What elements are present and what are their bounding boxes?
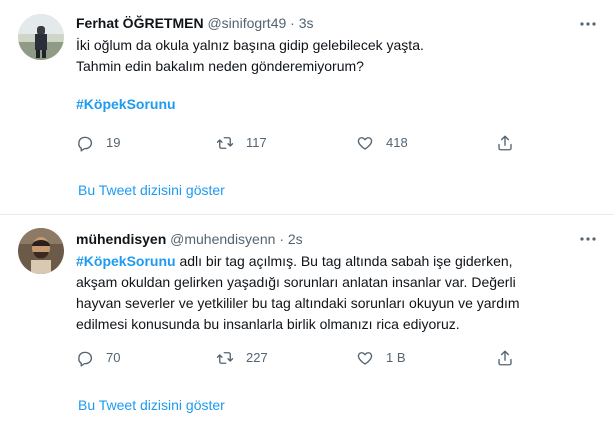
share-button[interactable] [496, 347, 514, 369]
like-button[interactable]: 1 B [356, 347, 406, 369]
timestamp[interactable]: 3s [299, 15, 314, 31]
like-icon [357, 352, 373, 365]
tweet-body: mühendisyen @muhendisyenn · 2s #KöpekSor… [76, 229, 578, 335]
avatar-photo [18, 14, 64, 60]
tweet-text-line: hayvan severler ve yetkililer bu tag alt… [76, 295, 520, 311]
reply-count: 70 [106, 350, 121, 365]
author-name[interactable]: Ferhat ÖĞRETMEN [76, 15, 204, 31]
share-icon [498, 350, 512, 366]
like-button[interactable]: 418 [356, 132, 408, 154]
reply-count: 19 [106, 135, 121, 150]
show-thread-link[interactable]: Bu Tweet dizisini göster [78, 180, 225, 200]
tweet-header: Ferhat ÖĞRETMEN @sinifogrt49 · 3s [76, 13, 578, 33]
share-icon [498, 135, 512, 151]
hashtag-link[interactable]: #KöpekSorunu [76, 253, 176, 269]
action-bar: 70 227 1 B [76, 347, 516, 369]
reply-button[interactable]: 19 [76, 132, 120, 154]
reply-icon [78, 351, 93, 367]
retweet-button[interactable]: 117 [216, 132, 267, 154]
author-name[interactable]: mühendisyen [76, 231, 166, 247]
reply-icon [78, 136, 93, 152]
share-button[interactable] [496, 132, 514, 154]
tweet-body: Ferhat ÖĞRETMEN @sinifogrt49 · 3s İki oğ… [76, 13, 578, 115]
more-options-icon[interactable] [578, 14, 598, 34]
hashtag-link[interactable]: #KöpekSorunu [76, 94, 578, 115]
tweet-text-line: Tahmin edin bakalım neden gönderemiyorum… [76, 58, 364, 74]
author-handle[interactable]: @muhendisyenn [170, 231, 275, 247]
tweet-text: #KöpekSorunu adlı bir tag açılmış. Bu ta… [76, 251, 578, 335]
separator: · [290, 15, 295, 31]
tweet-text-fragment: adlı bir tag açılmış. Bu tag altında sab… [175, 253, 513, 269]
avatar[interactable] [18, 14, 64, 60]
retweet-count: 227 [246, 350, 268, 365]
like-count: 418 [386, 135, 408, 150]
retweet-icon [216, 137, 234, 149]
retweet-icon [216, 352, 234, 364]
tweet-text: İki oğlum da okula yalnız başına gidip g… [76, 35, 578, 115]
tweet-text-line: edilmesi konusunda bu insanlarla birlik … [76, 316, 460, 332]
like-icon [357, 137, 373, 150]
action-bar: 19 117 418 [76, 132, 516, 154]
tweet[interactable]: Ferhat ÖĞRETMEN @sinifogrt49 · 3s İki oğ… [0, 0, 614, 215]
tweet-header: mühendisyen @muhendisyenn · 2s [76, 229, 578, 249]
tweet-text-line: akşam okuldan gelirken yaşadığı sorunlar… [76, 274, 516, 290]
tweet-text-line: İki oğlum da okula yalnız başına gidip g… [76, 37, 424, 53]
tweet-text-line: #KöpekSorunu adlı bir tag açılmış. Bu ta… [76, 251, 578, 272]
retweet-count: 117 [246, 135, 267, 150]
timestamp[interactable]: 2s [288, 231, 303, 247]
retweet-button[interactable]: 227 [216, 347, 268, 369]
author-handle[interactable]: @sinifogrt49 [207, 15, 286, 31]
tweet[interactable]: mühendisyen @muhendisyenn · 2s #KöpekSor… [0, 215, 614, 422]
reply-button[interactable]: 70 [76, 347, 120, 369]
separator: · [279, 231, 284, 247]
avatar[interactable] [18, 228, 64, 274]
show-thread-link[interactable]: Bu Tweet dizisini göster [78, 395, 225, 415]
avatar-photo [18, 228, 64, 274]
more-options-icon[interactable] [578, 229, 598, 249]
like-count: 1 B [386, 350, 406, 365]
